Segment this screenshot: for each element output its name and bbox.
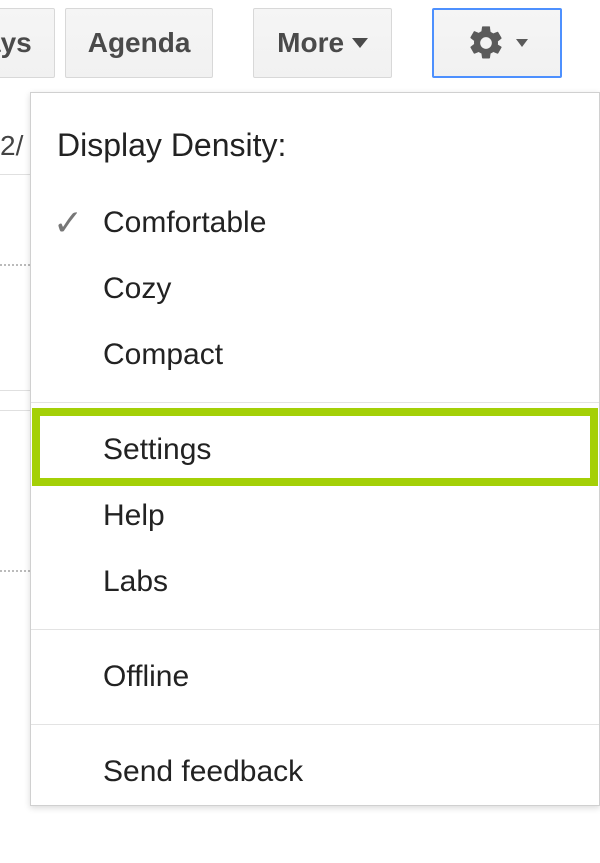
view-agenda-label: Agenda [88, 27, 191, 59]
settings-gear-button[interactable] [432, 8, 562, 78]
grid-dotted-line [0, 264, 30, 266]
settings-dropdown-menu: Display Density: ✓ Comfortable Cozy Comp… [30, 92, 600, 806]
view-days-label: ays [0, 27, 32, 59]
caret-down-icon [352, 38, 368, 48]
density-option-compact[interactable]: Compact [31, 322, 599, 388]
check-icon: ✓ [53, 202, 83, 244]
more-button[interactable]: More [253, 8, 391, 78]
density-option-comfortable[interactable]: ✓ Comfortable [31, 190, 599, 256]
labs-label: Labs [103, 565, 168, 599]
menu-separator [31, 724, 599, 725]
density-comfortable-label: Comfortable [103, 206, 266, 240]
menu-separator [31, 402, 599, 403]
settings-label: Settings [103, 433, 211, 467]
density-cozy-label: Cozy [103, 272, 171, 306]
menu-item-offline[interactable]: Offline [31, 644, 599, 710]
toolbar: ays Agenda More [0, 0, 562, 86]
menu-item-labs[interactable]: Labs [31, 549, 599, 615]
density-option-cozy[interactable]: Cozy [31, 256, 599, 322]
menu-item-settings[interactable]: Settings [31, 417, 599, 483]
help-label: Help [103, 499, 165, 533]
view-agenda-button[interactable]: Agenda [65, 8, 214, 78]
view-days-button[interactable]: ays [0, 8, 55, 78]
density-compact-label: Compact [103, 338, 223, 372]
density-section-header: Display Density: [31, 93, 599, 190]
menu-separator [31, 629, 599, 630]
send-feedback-label: Send feedback [103, 755, 303, 789]
offline-label: Offline [103, 660, 189, 694]
menu-item-send-feedback[interactable]: Send feedback [31, 739, 599, 805]
menu-item-help[interactable]: Help [31, 483, 599, 549]
caret-down-icon [516, 39, 528, 47]
date-cell-fragment: 2/ [0, 130, 23, 162]
grid-dotted-line [0, 570, 30, 572]
gear-icon [466, 23, 506, 63]
more-label: More [277, 27, 344, 59]
